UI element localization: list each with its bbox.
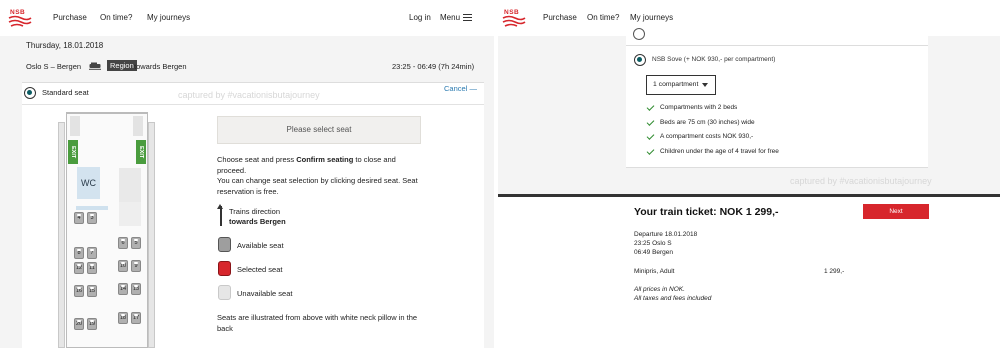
seat[interactable]: 6 <box>118 237 128 249</box>
departure-to: 06:49 Bergen <box>634 249 674 256</box>
login-link[interactable]: Log in <box>409 13 431 22</box>
ticket-summary <box>498 197 1000 348</box>
legend-available: Available seat <box>237 241 284 250</box>
departure-from: 23:25 Oslo S <box>634 240 672 247</box>
compartment-select[interactable]: 1 compartment <box>646 75 716 95</box>
nav-purchase[interactable]: Purchase <box>543 13 577 22</box>
divider <box>626 45 928 46</box>
nsb-logo[interactable]: NSB <box>7 9 33 27</box>
direction-arrow-icon <box>217 204 223 226</box>
seat[interactable]: 16 <box>74 285 84 297</box>
standard-seat-label: Standard seat <box>42 88 89 97</box>
legend-selected: Selected seat <box>237 265 283 274</box>
watermark: captured by #vacationisbutajourney <box>178 90 320 100</box>
caret-down-icon <box>702 83 708 87</box>
feature-item: Compartments with 2 beds <box>660 104 738 111</box>
exit-sign: EXIT <box>68 140 78 164</box>
seat[interactable]: 14 <box>118 283 128 295</box>
taxes-note: All taxes and fees included <box>634 295 712 302</box>
cancel-link[interactable]: Cancel — <box>444 84 477 93</box>
nav-on-time[interactable]: On time? <box>100 13 132 22</box>
ticket-total: Your train ticket: NOK 1 299,- <box>634 206 779 218</box>
partial-radio[interactable] <box>633 28 645 40</box>
nav-purchase[interactable]: Purchase <box>53 13 87 22</box>
exit-sign: EXIT <box>136 140 146 164</box>
coach-fixture <box>70 116 80 136</box>
direction-value: towards Bergen <box>229 217 286 226</box>
nsb-sove-label: NSB Sove (+ NOK 930,- per compartment) <box>652 56 776 63</box>
nav-my-journeys[interactable]: My journeys <box>630 13 673 22</box>
watermark: captured by #vacationisbutajourney <box>790 176 932 186</box>
instruction-confirm: Choose seat and press Confirm seating to… <box>217 155 396 175</box>
seat[interactable]: 5 <box>131 237 141 249</box>
seat[interactable]: 3 <box>87 212 97 224</box>
seat[interactable]: 7 <box>87 247 97 259</box>
fare-price: 1 299,- <box>824 268 845 275</box>
divider <box>22 104 484 105</box>
hamburger-icon <box>463 14 473 22</box>
coach-wall <box>148 122 155 348</box>
divider <box>626 167 928 168</box>
seat[interactable]: 9 <box>131 260 141 272</box>
seat[interactable]: 15 <box>87 285 97 297</box>
nav-on-time[interactable]: On time? <box>587 13 619 22</box>
seat-selection-pane: NSB Purchase On time? My journeys Log in… <box>0 0 494 348</box>
dash-icon: — <box>469 84 477 93</box>
seat[interactable]: 20 <box>74 318 84 330</box>
sleeper-pane: NSB Purchase On time? My journeys NSB So… <box>498 0 1000 348</box>
next-button[interactable]: Next <box>863 204 929 219</box>
seat[interactable]: 10 <box>118 260 128 272</box>
seat[interactable]: 18 <box>118 312 128 324</box>
nsb-sove-radio[interactable] <box>634 54 646 66</box>
legend-unavailable: Unavailable seat <box>237 289 293 298</box>
seat[interactable]: 13 <box>131 283 141 295</box>
seat[interactable]: 19 <box>87 318 97 330</box>
selected-seat-display: Please select seat <box>217 116 421 144</box>
gangway <box>76 206 108 210</box>
unavailable-seat-icon <box>218 285 231 300</box>
journey-date: Thursday, 18.01.2018 <box>26 41 104 50</box>
unavailable-area <box>119 202 141 226</box>
fare-type: Minipris, Adult <box>634 268 675 275</box>
nav-my-journeys[interactable]: My journeys <box>147 13 190 22</box>
wc-label: WC <box>77 167 100 199</box>
instruction-change: You can change seat selection by clickin… <box>217 176 418 196</box>
logo-waves-icon <box>8 15 32 27</box>
journey-time: 23:25 - 06:49 (7h 24min) <box>392 62 475 71</box>
selected-seat-icon <box>218 261 231 276</box>
logo-waves-icon <box>502 15 526 27</box>
seat[interactable]: 8 <box>74 247 84 259</box>
seat[interactable]: 4 <box>74 212 84 224</box>
nsb-logo[interactable]: NSB <box>501 9 527 27</box>
feature-item: Beds are 75 cm (30 inches) wide <box>660 119 755 126</box>
standard-seat-radio[interactable] <box>24 87 36 99</box>
available-seat-icon <box>218 237 231 252</box>
coach-wall <box>58 122 65 348</box>
coach-fixture <box>133 116 143 136</box>
departure-date: Departure 18.01.2018 <box>634 231 698 238</box>
seat-map: EXIT EXIT WC 4 3 8 7 6 5 12 11 10 9 16 1… <box>48 112 160 348</box>
feature-item: A compartment costs NOK 930,- <box>660 133 754 140</box>
feature-item: Children under the age of 4 travel for f… <box>660 148 779 155</box>
menu-button[interactable]: Menu <box>440 13 473 22</box>
train-type-badge: Region <box>107 60 137 71</box>
seat-note: Seats are illustrated from above with wh… <box>217 313 418 333</box>
header: NSB Purchase On time? My journeys Log in… <box>0 0 494 36</box>
seat[interactable]: 17 <box>131 312 141 324</box>
prices-note: All prices in NOK. <box>634 286 685 293</box>
unavailable-area <box>119 168 141 202</box>
seat[interactable]: 11 <box>87 262 97 274</box>
seat[interactable]: 12 <box>74 262 84 274</box>
journey-route: Oslo S – Bergen <box>26 62 82 71</box>
header: NSB Purchase On time? My journeys <box>498 0 1000 36</box>
journey-towards: towards Bergen <box>134 62 187 71</box>
train-icon <box>89 62 101 70</box>
